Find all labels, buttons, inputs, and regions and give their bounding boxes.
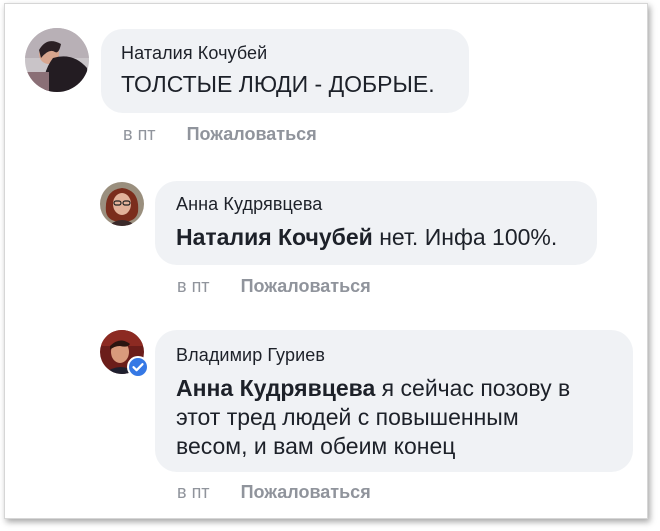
comment-body-line: весом, и вам обеим конец xyxy=(176,433,456,459)
report-link[interactable]: Пожаловаться xyxy=(241,482,371,502)
comment-timestamp[interactable]: в пт xyxy=(177,482,210,502)
comment-body-line: я сейчас позову в xyxy=(375,375,571,401)
comment-actions: в пт Пожаловаться xyxy=(177,482,371,503)
comment-body-line: этот тред людей с повышенным xyxy=(176,404,519,430)
comment-author[interactable]: Владимир Гуриев xyxy=(176,345,633,366)
verified-badge-icon xyxy=(127,356,149,378)
comment-text: Анна Кудрявцева я сейчас позову в этот т… xyxy=(176,374,633,461)
comment-thread: Наталия Кочубей ТОЛСТЫЕ ЛЮДИ - ДОБРЫЕ. в… xyxy=(4,3,648,519)
comment-bubble: Владимир Гуриев Анна Кудрявцева я сейчас… xyxy=(155,330,633,472)
mention-link[interactable]: Анна Кудрявцева xyxy=(176,375,375,401)
reply-comment: Владимир Гуриев Анна Кудрявцева я сейчас… xyxy=(5,4,645,514)
